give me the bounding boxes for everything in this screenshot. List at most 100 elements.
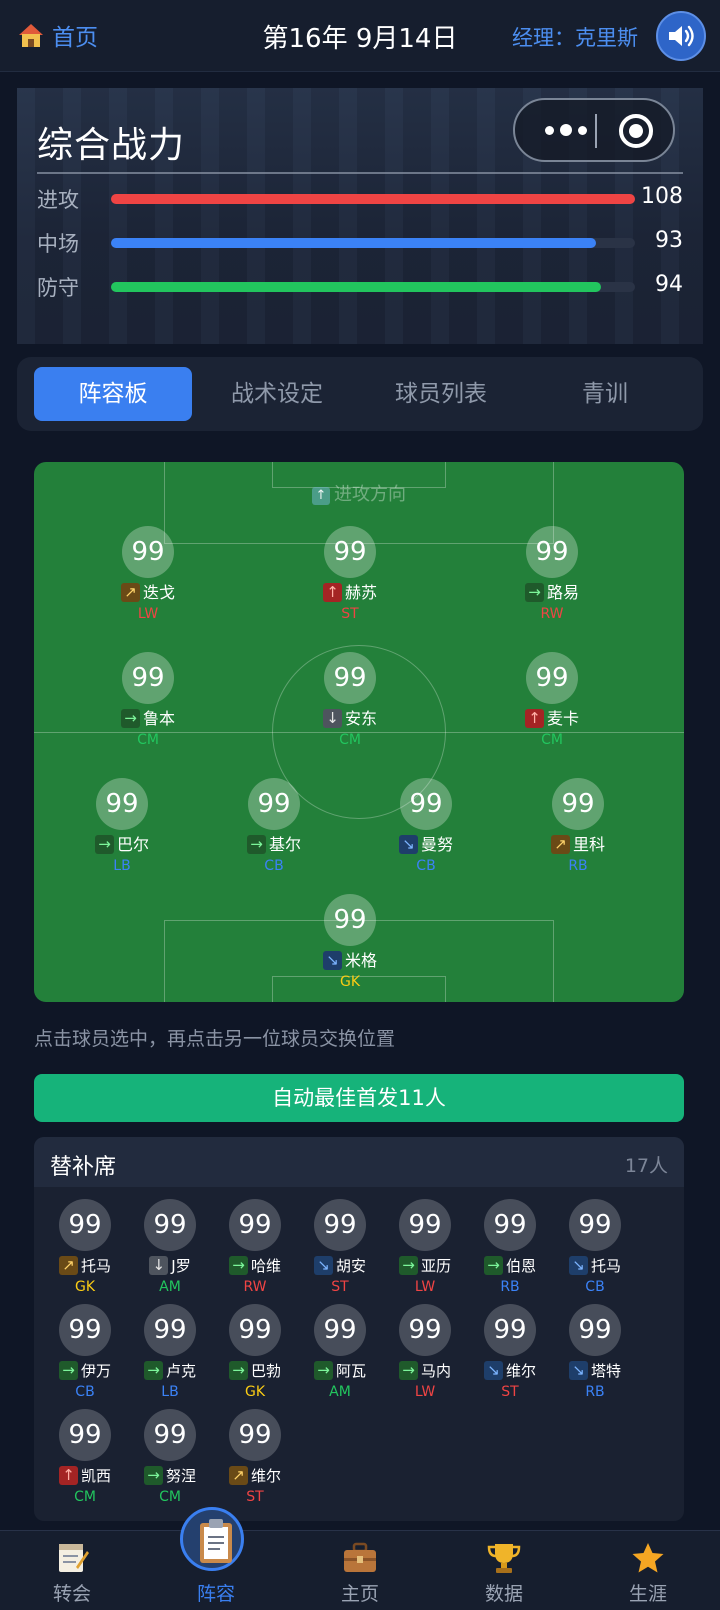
manager-name[interactable]: 经理：克里斯 [512,22,638,52]
starter-card[interactable]: 99 → 基尔 CB [214,778,334,876]
tab-player-list[interactable]: 球员列表 [362,367,520,421]
player-name: 基尔 [268,835,301,854]
player-rating: 99 [324,894,376,946]
bench-card[interactable]: 99 ↘ 维尔 ST [468,1304,552,1402]
player-position: LB [161,1384,179,1400]
stat-bar-fill [111,194,635,204]
starter-card[interactable]: 99 ↗ 里科 RB [518,778,638,876]
player-name: 巴勃 [250,1362,281,1380]
player-position: RB [500,1279,520,1295]
player-name: 安东 [344,709,377,728]
bench-card[interactable]: 99 → 卢克 LB [128,1304,212,1402]
divider [37,172,683,174]
stat-value: 108 [641,184,683,209]
player-position: CB [264,858,284,874]
starter-card[interactable]: 99 ↑ 赫苏 ST [290,526,410,624]
nav-home[interactable]: 主页 [288,1531,432,1610]
tab-lineup-board[interactable]: 阵容板 [34,367,192,421]
player-name-row: ↓ 安东 [290,708,410,730]
player-name-row: → 伯恩 [468,1255,552,1277]
player-name: 鲁本 [142,709,175,728]
bench-card[interactable]: 99 → 哈维 RW [213,1199,297,1297]
nav-career[interactable]: 生涯 [576,1531,720,1610]
player-position: RW [243,1279,267,1295]
stat-defense: 防守 94 [37,272,683,302]
power-title: 综合战力 [37,125,186,166]
player-rating: 99 [484,1304,536,1356]
bench-card[interactable]: 99 ↗ 托马 GK [43,1199,127,1297]
arrow-up-icon: ↑ [524,709,544,728]
home-button[interactable]: 首页 [18,18,98,52]
sound-button[interactable] [656,11,706,61]
bench-card[interactable]: 99 → 努涅 CM [128,1409,212,1507]
player-name: J罗 [171,1257,191,1275]
arrow-right-icon: → [143,1361,163,1380]
nav-label: 主页 [340,1583,379,1605]
bench-card[interactable]: 99 → 亚历 LW [383,1199,467,1297]
player-position: GK [339,974,361,990]
home-label: 首页 [52,25,98,51]
bench-card[interactable]: 99 ↘ 胡安 ST [298,1199,382,1297]
player-position: CM [159,1489,181,1505]
starter-card[interactable]: 99 ↗ 迭戈 LW [88,526,208,624]
player-rating: 99 [400,778,452,830]
player-name-row: ↘ 托马 [553,1255,637,1277]
starter-card[interactable]: 99 ↘ 米格 GK [290,894,410,992]
more-button[interactable] [537,114,595,146]
nav-data[interactable]: 数据 [432,1531,576,1610]
nav-lineup[interactable]: 阵容 [144,1507,288,1610]
starter-card[interactable]: 99 → 巴尔 LB [62,778,182,876]
player-position: GK [244,1384,266,1400]
tab-youth[interactable]: 青训 [526,367,684,421]
starter-card[interactable]: 99 ↑ 麦卡 CM [492,652,612,750]
stat-midfield: 中场 93 [37,228,683,258]
bench-card[interactable]: 99 ↘ 塔特 RB [553,1304,637,1402]
close-target-icon[interactable] [619,114,653,148]
player-rating: 99 [59,1304,111,1356]
player-position: CM [339,732,361,748]
stat-value: 93 [655,228,683,253]
starter-card[interactable]: 99 → 鲁本 CM [88,652,208,750]
bench-card[interactable]: 99 → 伊万 CB [43,1304,127,1402]
player-name-row: → 鲁本 [88,708,208,730]
player-position: GK [74,1279,96,1295]
player-name: 伊万 [80,1362,111,1380]
player-rating: 99 [96,778,148,830]
player-position: LW [414,1279,436,1295]
bench-card[interactable]: 99 ↓ J罗 AM [128,1199,212,1297]
player-rating: 99 [122,526,174,578]
nav-label: 转会 [52,1583,91,1605]
player-position: CM [74,1489,96,1505]
clipboard-icon [200,1519,232,1563]
player-rating: 99 [324,526,376,578]
starter-card[interactable]: 99 ↓ 安东 CM [290,652,410,750]
player-name: 努涅 [165,1467,196,1485]
arrow-right-icon: → [524,583,544,602]
player-position: ST [246,1489,264,1505]
starter-card[interactable]: 99 ↘ 曼努 CB [366,778,486,876]
arrow-down-right-icon: ↘ [568,1361,588,1380]
player-name-row: ↑ 凯西 [43,1465,127,1487]
player-name: 里科 [572,835,605,854]
dot-icon [545,125,554,135]
pitch: ↑ 进攻方向 99 ↗ 迭戈 LW 99 ↑ 赫苏 ST 99 → 路易 RW 99 → 鲁本 CM 99 ↓ 安东 C… [34,462,684,1002]
auto-best-lineup-button[interactable]: 自动最佳首发11人 [34,1074,684,1122]
nav-transfer[interactable]: 转会 [0,1531,144,1610]
bench-card[interactable]: 99 → 马内 LW [383,1304,467,1402]
bench-card[interactable]: 99 ↘ 托马 CB [553,1199,637,1297]
bench-card[interactable]: 99 ↑ 凯西 CM [43,1409,127,1507]
player-rating: 99 [399,1199,451,1251]
bench-card[interactable]: 99 → 巴勃 GK [213,1304,297,1402]
player-position: CB [585,1279,605,1295]
player-position: AM [329,1384,351,1400]
attack-direction-label: 进攻方向 [334,484,406,505]
bench-count: 17人 [624,1155,668,1177]
tab-tactics[interactable]: 战术设定 [198,367,356,421]
bench-card[interactable]: 99 → 阿瓦 AM [298,1304,382,1402]
bench-card[interactable]: 99 → 伯恩 RB [468,1199,552,1297]
player-name-row: → 巴勃 [213,1360,297,1382]
player-position: ST [501,1384,519,1400]
starter-card[interactable]: 99 → 路易 RW [492,526,612,624]
arrow-up-icon: ↑ [58,1466,78,1485]
bench-card[interactable]: 99 ↗ 维尔 ST [213,1409,297,1507]
